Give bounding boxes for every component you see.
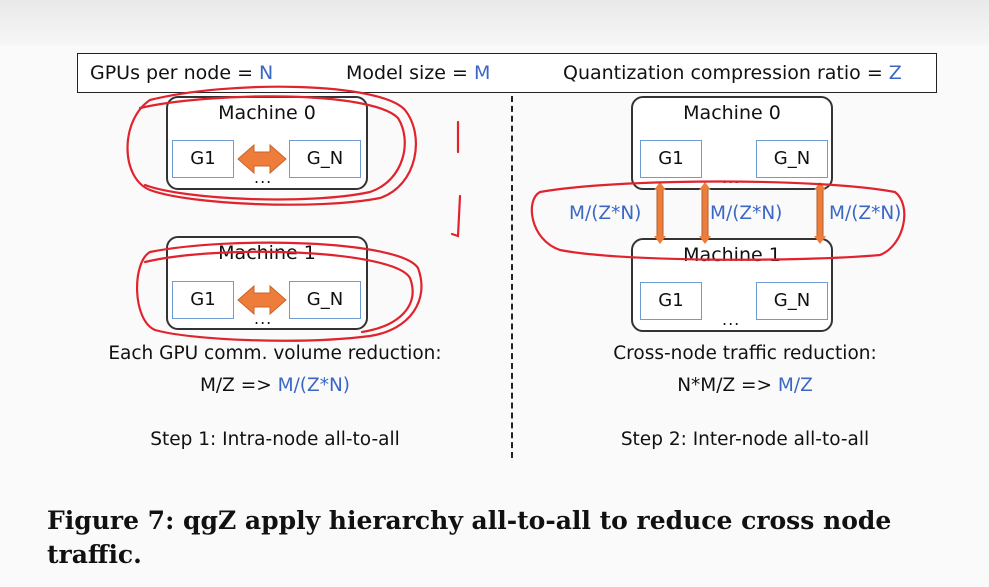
annotation-circle-step1-bottom-inner <box>143 250 414 334</box>
annotation-circle-step1-bottom <box>135 241 423 342</box>
annotation-tick-2 <box>450 194 462 238</box>
annotation-circle-step2 <box>530 180 906 261</box>
step1-m1-bidirectional-arrow-icon <box>237 284 287 316</box>
step2-vertical-arrow-3-icon <box>814 182 826 244</box>
figure-caption: Figure 7: qgZ apply hierarchy all-to-all… <box>47 506 892 569</box>
step2-vertical-arrow-2-icon <box>699 182 711 244</box>
annotation-circle-step1-top <box>126 85 417 206</box>
step2-vertical-arrow-1-icon <box>654 182 666 244</box>
step1-m0-bidirectional-arrow-icon <box>237 143 287 175</box>
diagram-overlay <box>126 85 906 342</box>
